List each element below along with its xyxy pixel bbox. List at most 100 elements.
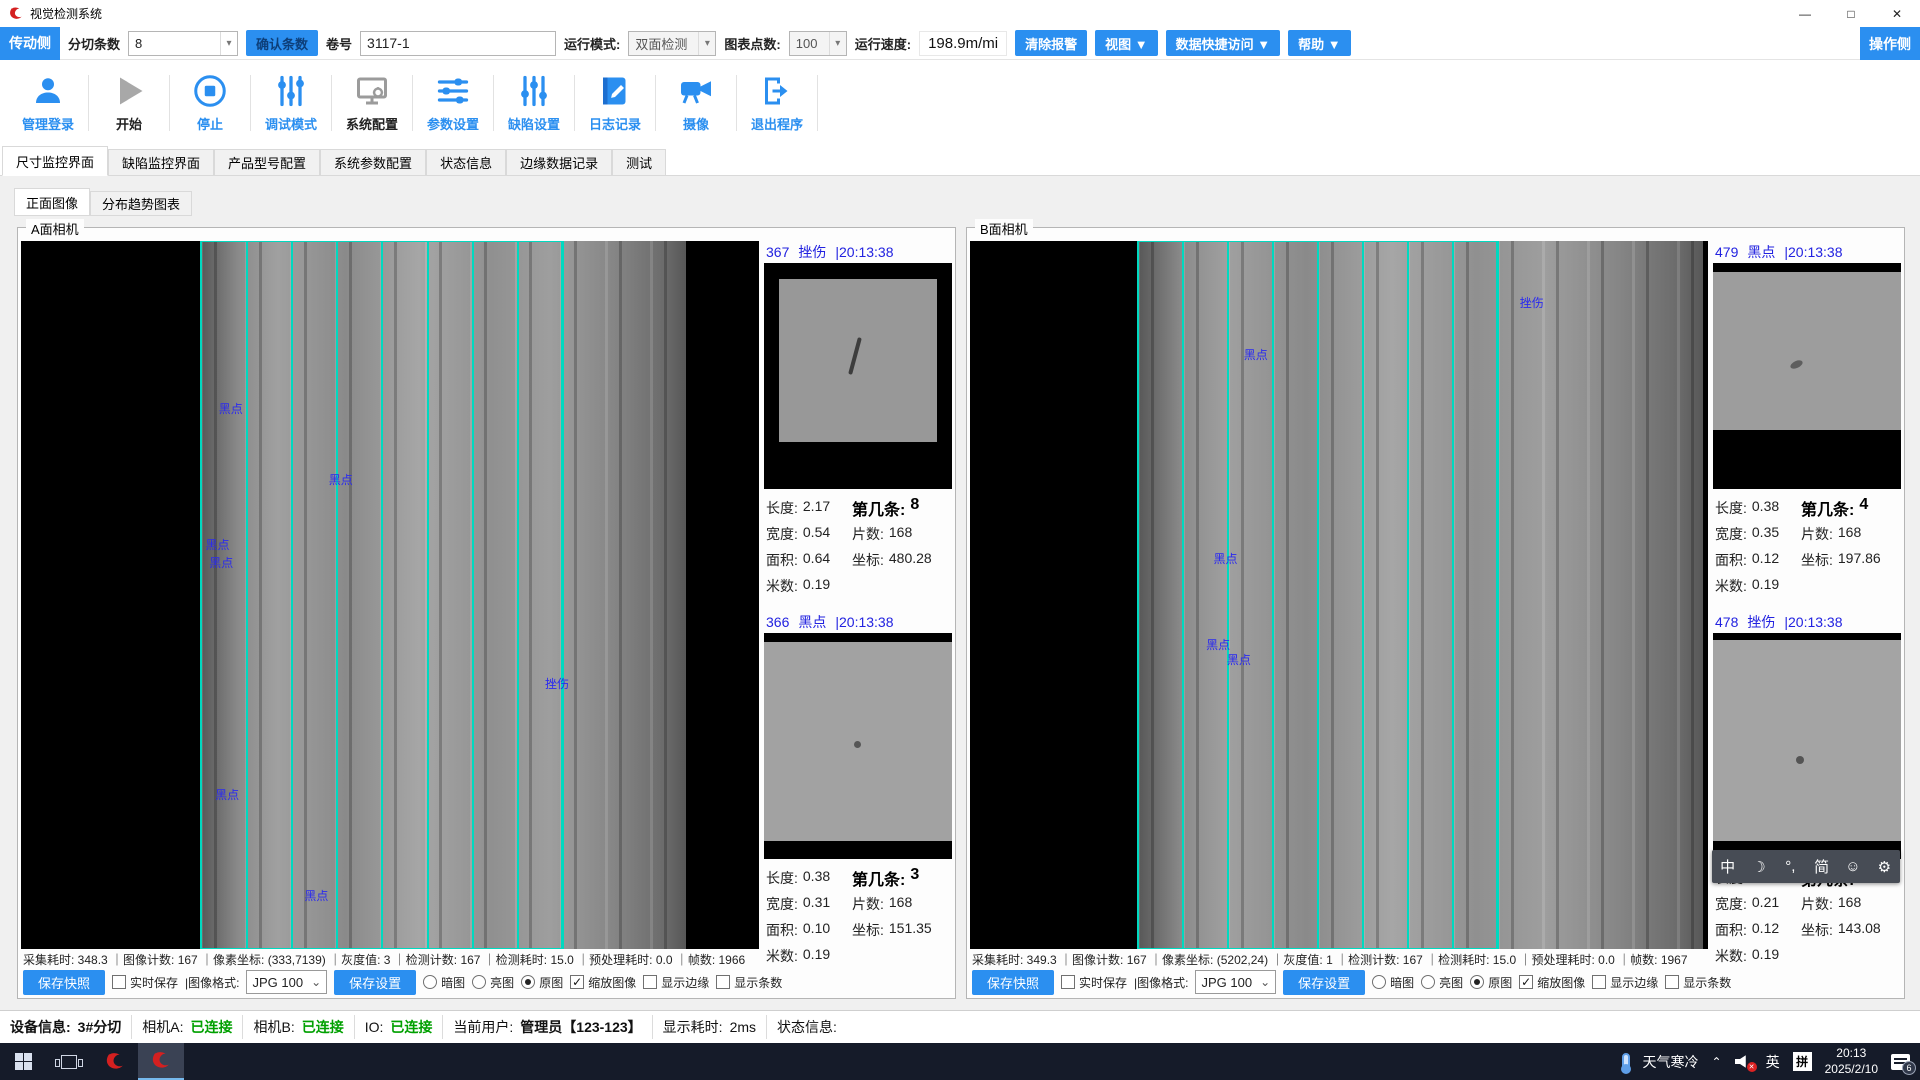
chart-points-select[interactable]: 100 (789, 31, 847, 56)
tray-expand-chevron[interactable]: ⌃ (1712, 1055, 1722, 1069)
show-count-checkbox[interactable]: 显示条数 (1665, 974, 1731, 991)
dark-image-radio[interactable]: 暗图 (423, 974, 465, 991)
save-snapshot-button[interactable]: 保存快照 (972, 970, 1054, 995)
run-mode-select[interactable]: 双面检测 (628, 31, 716, 56)
defect-card[interactable]: 478 挫伤 |20:13:38 长度:0.57第几条:3 宽度:0.21片数:… (1713, 611, 1901, 969)
language-indicator[interactable]: 英 (1766, 1052, 1780, 1072)
subtab-distribution-chart[interactable]: 分布趋势图表 (90, 191, 192, 216)
defect-time: |20:13:38 (1784, 244, 1842, 260)
camera-a-stats-line: 采集耗时: 348.3 ｜图像计数: 167 ｜像素坐标: (333,7139)… (21, 951, 952, 968)
ime-emoji-icon[interactable]: ☺ (1842, 858, 1864, 875)
stop-button[interactable]: 停止 (170, 73, 250, 133)
defect-mark (848, 338, 862, 376)
defect-card[interactable]: 367 挫伤 |20:13:38 长度:2.17第几条:8 宽度:0.54片数:… (764, 241, 952, 599)
save-settings-button[interactable]: 保存设置 (1283, 970, 1365, 995)
roll-number-input[interactable] (360, 31, 556, 56)
close-button[interactable]: ✕ (1874, 0, 1920, 27)
camera-a-image-view[interactable]: 黑点黑点黑点黑点挫伤黑点黑点 (21, 241, 759, 949)
pinyin-indicator[interactable]: 拼 (1793, 1052, 1812, 1071)
volume-muted-icon[interactable]: ✕ (1735, 1055, 1753, 1069)
defect-stats: 长度:0.38第几条:4 宽度:0.35片数:168 面积:0.12坐标:197… (1713, 489, 1901, 599)
task-view-icon (61, 1055, 77, 1069)
tab-edge-data-record[interactable]: 边缘数据记录 (506, 149, 612, 175)
save-settings-button[interactable]: 保存设置 (334, 970, 416, 995)
defect-id: 478 (1715, 614, 1738, 630)
taskbar-app-active[interactable] (138, 1043, 184, 1080)
camera-capture-button[interactable]: 摄像 (656, 73, 736, 133)
taskbar-app-pinned[interactable] (92, 1043, 138, 1080)
parameter-settings-button[interactable]: 参数设置 (413, 73, 493, 133)
defect-annotation: 黑点 (1227, 651, 1251, 668)
admin-login-button[interactable]: 管理登录 (8, 73, 88, 133)
drive-side-button[interactable]: 传动侧 (0, 27, 60, 60)
notification-center-icon[interactable]: 6 (1891, 1054, 1910, 1070)
ime-fullwidth-moon-icon[interactable]: ☽ (1748, 858, 1770, 876)
tab-system-param-config[interactable]: 系统参数配置 (320, 149, 426, 175)
show-edge-checkbox[interactable]: 显示边缘 (643, 974, 709, 991)
zoom-image-checkbox[interactable]: 缩放图像 (570, 974, 636, 991)
ime-settings-gear-icon[interactable]: ⚙ (1873, 858, 1895, 876)
horizontal-sliders-icon (435, 73, 471, 109)
bright-image-radio[interactable]: 亮图 (1421, 974, 1463, 991)
zoom-image-checkbox[interactable]: 缩放图像 (1519, 974, 1585, 991)
data-quick-access-menu-button[interactable]: 数据快捷访问 ▼ (1166, 30, 1280, 56)
camera-b-image-view[interactable]: 挫伤黑点黑点黑点黑点 (970, 241, 1708, 949)
camera-b-panel: B面相机 挫伤黑点黑点黑点黑点 479 黑点 |20:13:38 (966, 227, 1905, 999)
bright-image-radio[interactable]: 亮图 (472, 974, 514, 991)
minimize-button[interactable]: — (1782, 0, 1828, 27)
defect-annotation: 黑点 (1244, 346, 1268, 363)
log-record-button[interactable]: 日志记录 (575, 73, 655, 133)
exit-program-button[interactable]: 退出程序 (737, 73, 817, 133)
show-count-checkbox[interactable]: 显示条数 (716, 974, 782, 991)
defect-card[interactable]: 479 黑点 |20:13:38 长度:0.38第几条:4 宽度:0.35片数:… (1713, 241, 1901, 599)
realtime-save-checkbox[interactable]: 实时保存 (112, 974, 178, 991)
help-menu-button[interactable]: 帮助 ▼ (1288, 30, 1350, 56)
sub-tabstrip: 正面图像 分布趋势图表 (14, 188, 192, 216)
window-title: 视觉检测系统 (30, 5, 102, 22)
dark-image-radio[interactable]: 暗图 (1372, 974, 1414, 991)
start-button[interactable]: 开始 (89, 73, 169, 133)
ime-punctuation-mode[interactable]: °, (1779, 858, 1801, 875)
defect-thumbnail (1713, 263, 1901, 489)
clock[interactable]: 20:132025/2/10 (1825, 1046, 1878, 1077)
system-config-button[interactable]: 系统配置 (332, 73, 412, 133)
save-snapshot-button[interactable]: 保存快照 (23, 970, 105, 995)
clear-alarm-button[interactable]: 清除报警 (1015, 30, 1087, 56)
weather-text[interactable]: 天气寒冷 (1643, 1052, 1699, 1072)
camera-a-connection-segment: 相机A:已连接 (132, 1015, 243, 1039)
tab-size-monitor[interactable]: 尺寸监控界面 (2, 146, 108, 176)
run-speed-label: 运行速度: (855, 34, 911, 53)
roll-number-label: 卷号 (326, 34, 352, 53)
operator-side-button[interactable]: 操作侧 (1860, 27, 1920, 60)
task-view-button[interactable] (46, 1043, 92, 1080)
defect-card[interactable]: 366 黑点 |20:13:38 长度:0.38第几条:3 宽度:0.31片数:… (764, 611, 952, 969)
debug-mode-button[interactable]: 调试模式 (251, 73, 331, 133)
start-button[interactable] (0, 1043, 46, 1080)
defect-annotation: 黑点 (209, 554, 233, 571)
video-camera-icon (678, 73, 714, 109)
realtime-save-checkbox[interactable]: 实时保存 (1061, 974, 1127, 991)
checkbox-icon (570, 975, 584, 989)
image-format-select[interactable]: JPG 100 (1195, 970, 1276, 994)
show-edge-checkbox[interactable]: 显示边缘 (1592, 974, 1658, 991)
checkbox-icon (112, 975, 126, 989)
tab-defect-monitor[interactable]: 缺陷监控界面 (108, 149, 214, 175)
tab-status-info[interactable]: 状态信息 (426, 149, 506, 175)
subtab-front-image[interactable]: 正面图像 (14, 188, 90, 216)
ime-simplified-mode[interactable]: 简 (1811, 856, 1833, 877)
chart-points-label: 图表点数: (724, 34, 780, 53)
tab-test[interactable]: 测试 (612, 149, 666, 175)
slit-count-select[interactable]: 8 (128, 31, 238, 56)
original-image-radio[interactable]: 原图 (521, 974, 563, 991)
camera-b-controls: 保存快照 实时保存 |图像格式: JPG 100 保存设置 暗图 亮图 原图 缩… (970, 968, 1901, 996)
defect-mark (1789, 358, 1804, 370)
view-menu-button[interactable]: 视图 ▼ (1095, 30, 1157, 56)
ime-language-mode[interactable]: 中 (1717, 856, 1739, 877)
maximize-button[interactable]: □ (1828, 0, 1874, 27)
tab-product-model-config[interactable]: 产品型号配置 (214, 149, 320, 175)
defect-settings-button[interactable]: 缺陷设置 (494, 73, 574, 133)
radio-icon (1421, 975, 1435, 989)
image-format-select[interactable]: JPG 100 (246, 970, 327, 994)
confirm-count-button[interactable]: 确认条数 (246, 30, 318, 56)
original-image-radio[interactable]: 原图 (1470, 974, 1512, 991)
